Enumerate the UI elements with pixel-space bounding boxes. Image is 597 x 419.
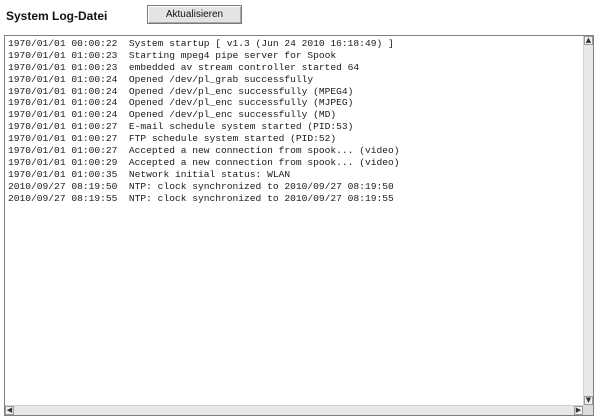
log-content: 1970/01/01 00:00:22 System startup [ v1.… [5, 36, 583, 405]
log-line: 1970/01/01 01:00:27 Accepted a new conne… [8, 145, 400, 157]
refresh-button[interactable]: Aktualisieren [147, 5, 242, 24]
log-line: 1970/01/01 01:00:35 Network initial stat… [8, 168, 291, 180]
log-header: System Log-Datei Aktualisieren [6, 5, 591, 27]
log-line: 1970/01/01 01:00:23 Starting mpeg4 pipe … [8, 49, 337, 61]
scroll-down-icon[interactable]: ▼ [584, 396, 593, 405]
system-log-textarea[interactable]: 1970/01/01 00:00:22 System startup [ v1.… [4, 35, 594, 416]
log-line: 1970/01/01 01:00:24 Opened /dev/pl_enc s… [8, 85, 354, 97]
log-line: 2010/09/27 08:19:55 NTP: clock synchroni… [8, 192, 394, 204]
log-line: 1970/01/01 01:00:29 Accepted a new conne… [8, 156, 400, 168]
log-line: 1970/01/01 01:00:24 Opened /dev/pl_enc s… [8, 109, 337, 121]
scroll-left-icon[interactable]: ◀ [5, 406, 14, 415]
scroll-up-icon[interactable]: ▲ [584, 36, 593, 45]
page-title: System Log-Datei [6, 9, 108, 23]
log-line: 1970/01/01 01:00:24 Opened /dev/pl_enc s… [8, 97, 354, 109]
scrollbar-corner [583, 405, 593, 415]
log-line: 2010/09/27 08:19:50 NTP: clock synchroni… [8, 180, 394, 192]
log-line: 1970/01/01 01:00:24 Opened /dev/pl_grab … [8, 73, 314, 85]
log-line: 1970/01/01 00:00:22 System startup [ v1.… [8, 38, 394, 49]
log-line: 1970/01/01 01:00:23 embedded av stream c… [8, 61, 360, 73]
vertical-scrollbar[interactable]: ▲ ▼ [583, 36, 593, 405]
log-line: 1970/01/01 01:00:27 E-mail schedule syst… [8, 121, 354, 133]
scroll-right-icon[interactable]: ▶ [574, 406, 583, 415]
horizontal-scrollbar[interactable]: ◀ ▶ [5, 405, 583, 415]
log-line: 1970/01/01 01:00:27 FTP schedule system … [8, 133, 337, 145]
